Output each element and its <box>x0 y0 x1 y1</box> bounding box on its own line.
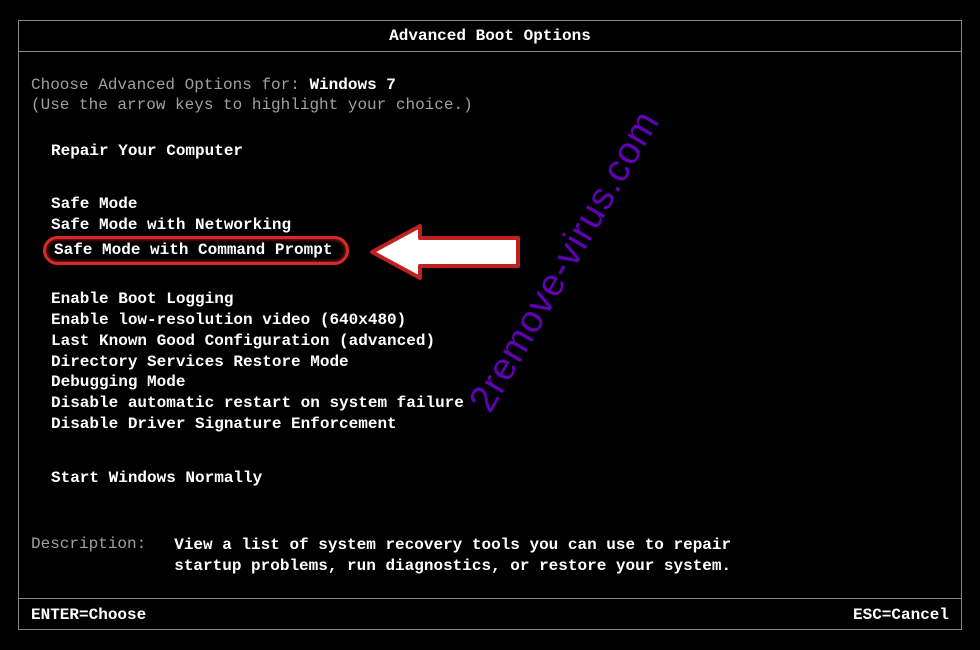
menu-item-debugging[interactable]: Debugging Mode <box>51 372 949 393</box>
menu-item-safemode-networking[interactable]: Safe Mode with Networking <box>51 215 949 236</box>
menu-item-disable-sig[interactable]: Disable Driver Signature Enforcement <box>51 414 949 435</box>
boot-menu: Repair Your Computer Safe Mode Safe Mode… <box>31 142 949 487</box>
menu-item-safemode[interactable]: Safe Mode <box>51 194 949 215</box>
description-line2: startup problems, run diagnostics, or re… <box>174 556 731 577</box>
footer-bar: ENTER=Choose ESC=Cancel <box>31 606 949 624</box>
menu-item-start-normally[interactable]: Start Windows Normally <box>51 469 949 487</box>
menu-item-safemode-cmd-wrapper: Safe Mode with Command Prompt <box>51 236 949 266</box>
menu-group-advanced: Enable Boot Logging Enable low-resolutio… <box>51 289 949 435</box>
boot-screen: Advanced Boot Options Choose Advanced Op… <box>18 20 962 630</box>
os-name: Windows 7 <box>309 76 395 94</box>
description-line1: View a list of system recovery tools you… <box>174 535 731 556</box>
description-text: View a list of system recovery tools you… <box>174 535 731 577</box>
menu-item-lkgc[interactable]: Last Known Good Configuration (advanced) <box>51 331 949 352</box>
menu-item-boot-logging[interactable]: Enable Boot Logging <box>51 289 949 310</box>
menu-group-safemode: Safe Mode Safe Mode with Networking Safe… <box>51 194 949 265</box>
description-label: Description: <box>31 535 146 553</box>
menu-item-disable-autorestart[interactable]: Disable automatic restart on system fail… <box>51 393 949 414</box>
menu-item-safemode-cmd[interactable]: Safe Mode with Command Prompt <box>43 236 349 266</box>
description-block: Description: View a list of system recov… <box>31 535 949 577</box>
choose-line: Choose Advanced Options for: Windows 7 <box>31 76 949 94</box>
footer-enter: ENTER=Choose <box>31 606 146 624</box>
footer-esc: ESC=Cancel <box>853 606 949 624</box>
menu-item-lowres[interactable]: Enable low-resolution video (640x480) <box>51 310 949 331</box>
choose-prefix: Choose Advanced Options for: <box>31 76 309 94</box>
footer-divider <box>19 598 961 599</box>
menu-item-repair[interactable]: Repair Your Computer <box>51 142 949 160</box>
menu-item-dsrm[interactable]: Directory Services Restore Mode <box>51 352 949 373</box>
content-area: Choose Advanced Options for: Windows 7 (… <box>19 52 961 576</box>
arrow-keys-hint: (Use the arrow keys to highlight your ch… <box>31 96 949 114</box>
screen-title: Advanced Boot Options <box>19 21 961 45</box>
